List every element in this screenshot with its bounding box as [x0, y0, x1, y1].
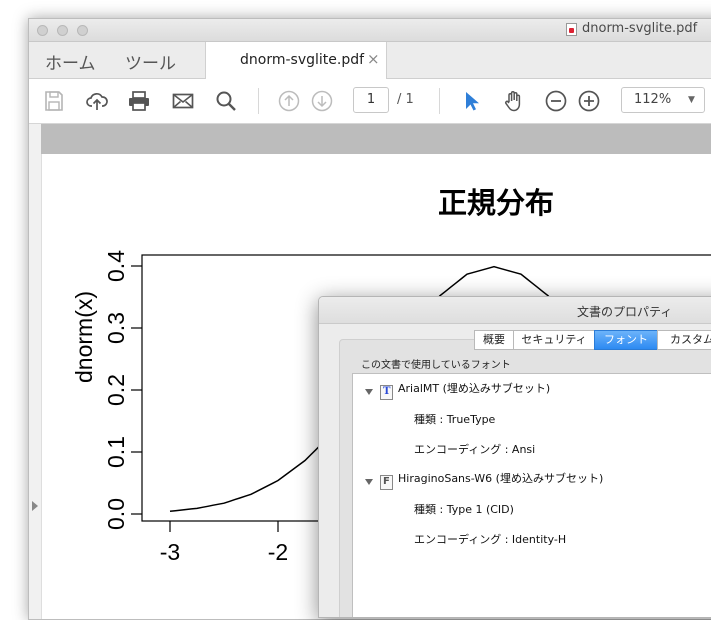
- y-tick-label: 0.4: [103, 250, 129, 282]
- y-axis-label: dnorm(x): [71, 291, 97, 383]
- tab-fonts[interactable]: フォント: [594, 330, 658, 350]
- tab-summary[interactable]: 概要: [474, 330, 514, 350]
- disclosure-triangle-icon[interactable]: [365, 479, 373, 485]
- font-name: ArialMT (埋め込みサブセット): [398, 382, 551, 395]
- type1-font-icon: F: [380, 475, 393, 490]
- disclosure-triangle-icon[interactable]: [365, 389, 373, 395]
- document-properties-dialog: 文書のプロパティ 概要 セキュリティ フォント カスタム この文書で使用している…: [318, 296, 711, 618]
- font-encoding: エンコーディング : Ansi: [414, 443, 536, 456]
- chart-title: 正規分布: [438, 186, 554, 220]
- dialog-title-bar: 文書のプロパティ: [319, 297, 711, 324]
- x-tick-label: -3: [160, 539, 180, 565]
- y-tick-label: 0.3: [103, 312, 129, 344]
- fonts-caption: この文書で使用しているフォント: [361, 360, 511, 371]
- y-tick-label: 0.0: [103, 498, 129, 530]
- font-list[interactable]: T ArialMT (埋め込みサブセット) 種類 : TrueType エンコー…: [352, 373, 711, 617]
- x-tick-label: -2: [268, 539, 288, 565]
- font-type: 種類 : TrueType: [414, 413, 496, 426]
- font-encoding: エンコーディング : Identity-H: [414, 533, 567, 546]
- font-type: 種類 : Type 1 (CID): [414, 503, 514, 516]
- dialog-title: 文書のプロパティ: [577, 305, 673, 319]
- tab-custom[interactable]: カスタム: [657, 330, 711, 350]
- y-tick-label: 0.1: [103, 436, 129, 468]
- y-tick-label: 0.2: [103, 374, 129, 406]
- tab-security[interactable]: セキュリティ: [513, 330, 595, 350]
- font-name: HiraginoSans-W6 (埋め込みサブセット): [398, 472, 604, 485]
- truetype-font-icon: T: [380, 385, 393, 400]
